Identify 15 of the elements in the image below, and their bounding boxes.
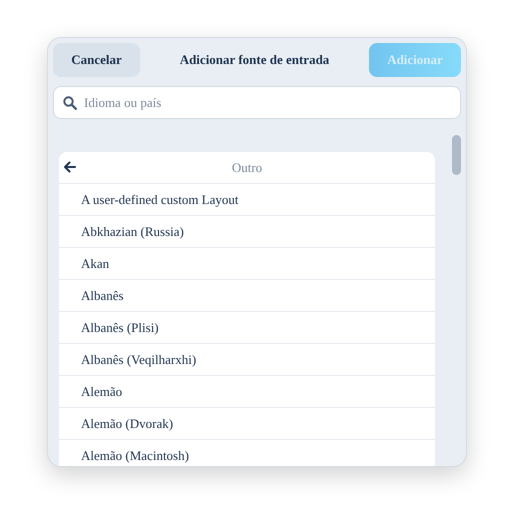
list-item[interactable]: Alemão (Dvorak) — [59, 408, 435, 440]
cancel-button[interactable]: Cancelar — [53, 43, 140, 77]
list-item[interactable]: Akan — [59, 248, 435, 280]
dialog-title: Adicionar fonte de entrada — [178, 52, 330, 68]
list-item[interactable]: Alemão — [59, 376, 435, 408]
list-item[interactable]: Albanês (Veqilharxhi) — [59, 344, 435, 376]
list-item[interactable]: Alemão (Macintosh) — [59, 440, 435, 466]
search-field[interactable]: Idioma ou país — [53, 86, 461, 119]
list-header: Outro — [232, 160, 262, 176]
list-item[interactable]: Abkhazian (Russia) — [59, 216, 435, 248]
list-item[interactable]: Albanês (Plisi) — [59, 312, 435, 344]
list-item[interactable]: Albanês — [59, 280, 435, 312]
scrollbar[interactable] — [452, 135, 461, 175]
list-item[interactable]: A user-defined custom Layout — [59, 184, 435, 216]
back-arrow-icon[interactable] — [63, 161, 76, 173]
